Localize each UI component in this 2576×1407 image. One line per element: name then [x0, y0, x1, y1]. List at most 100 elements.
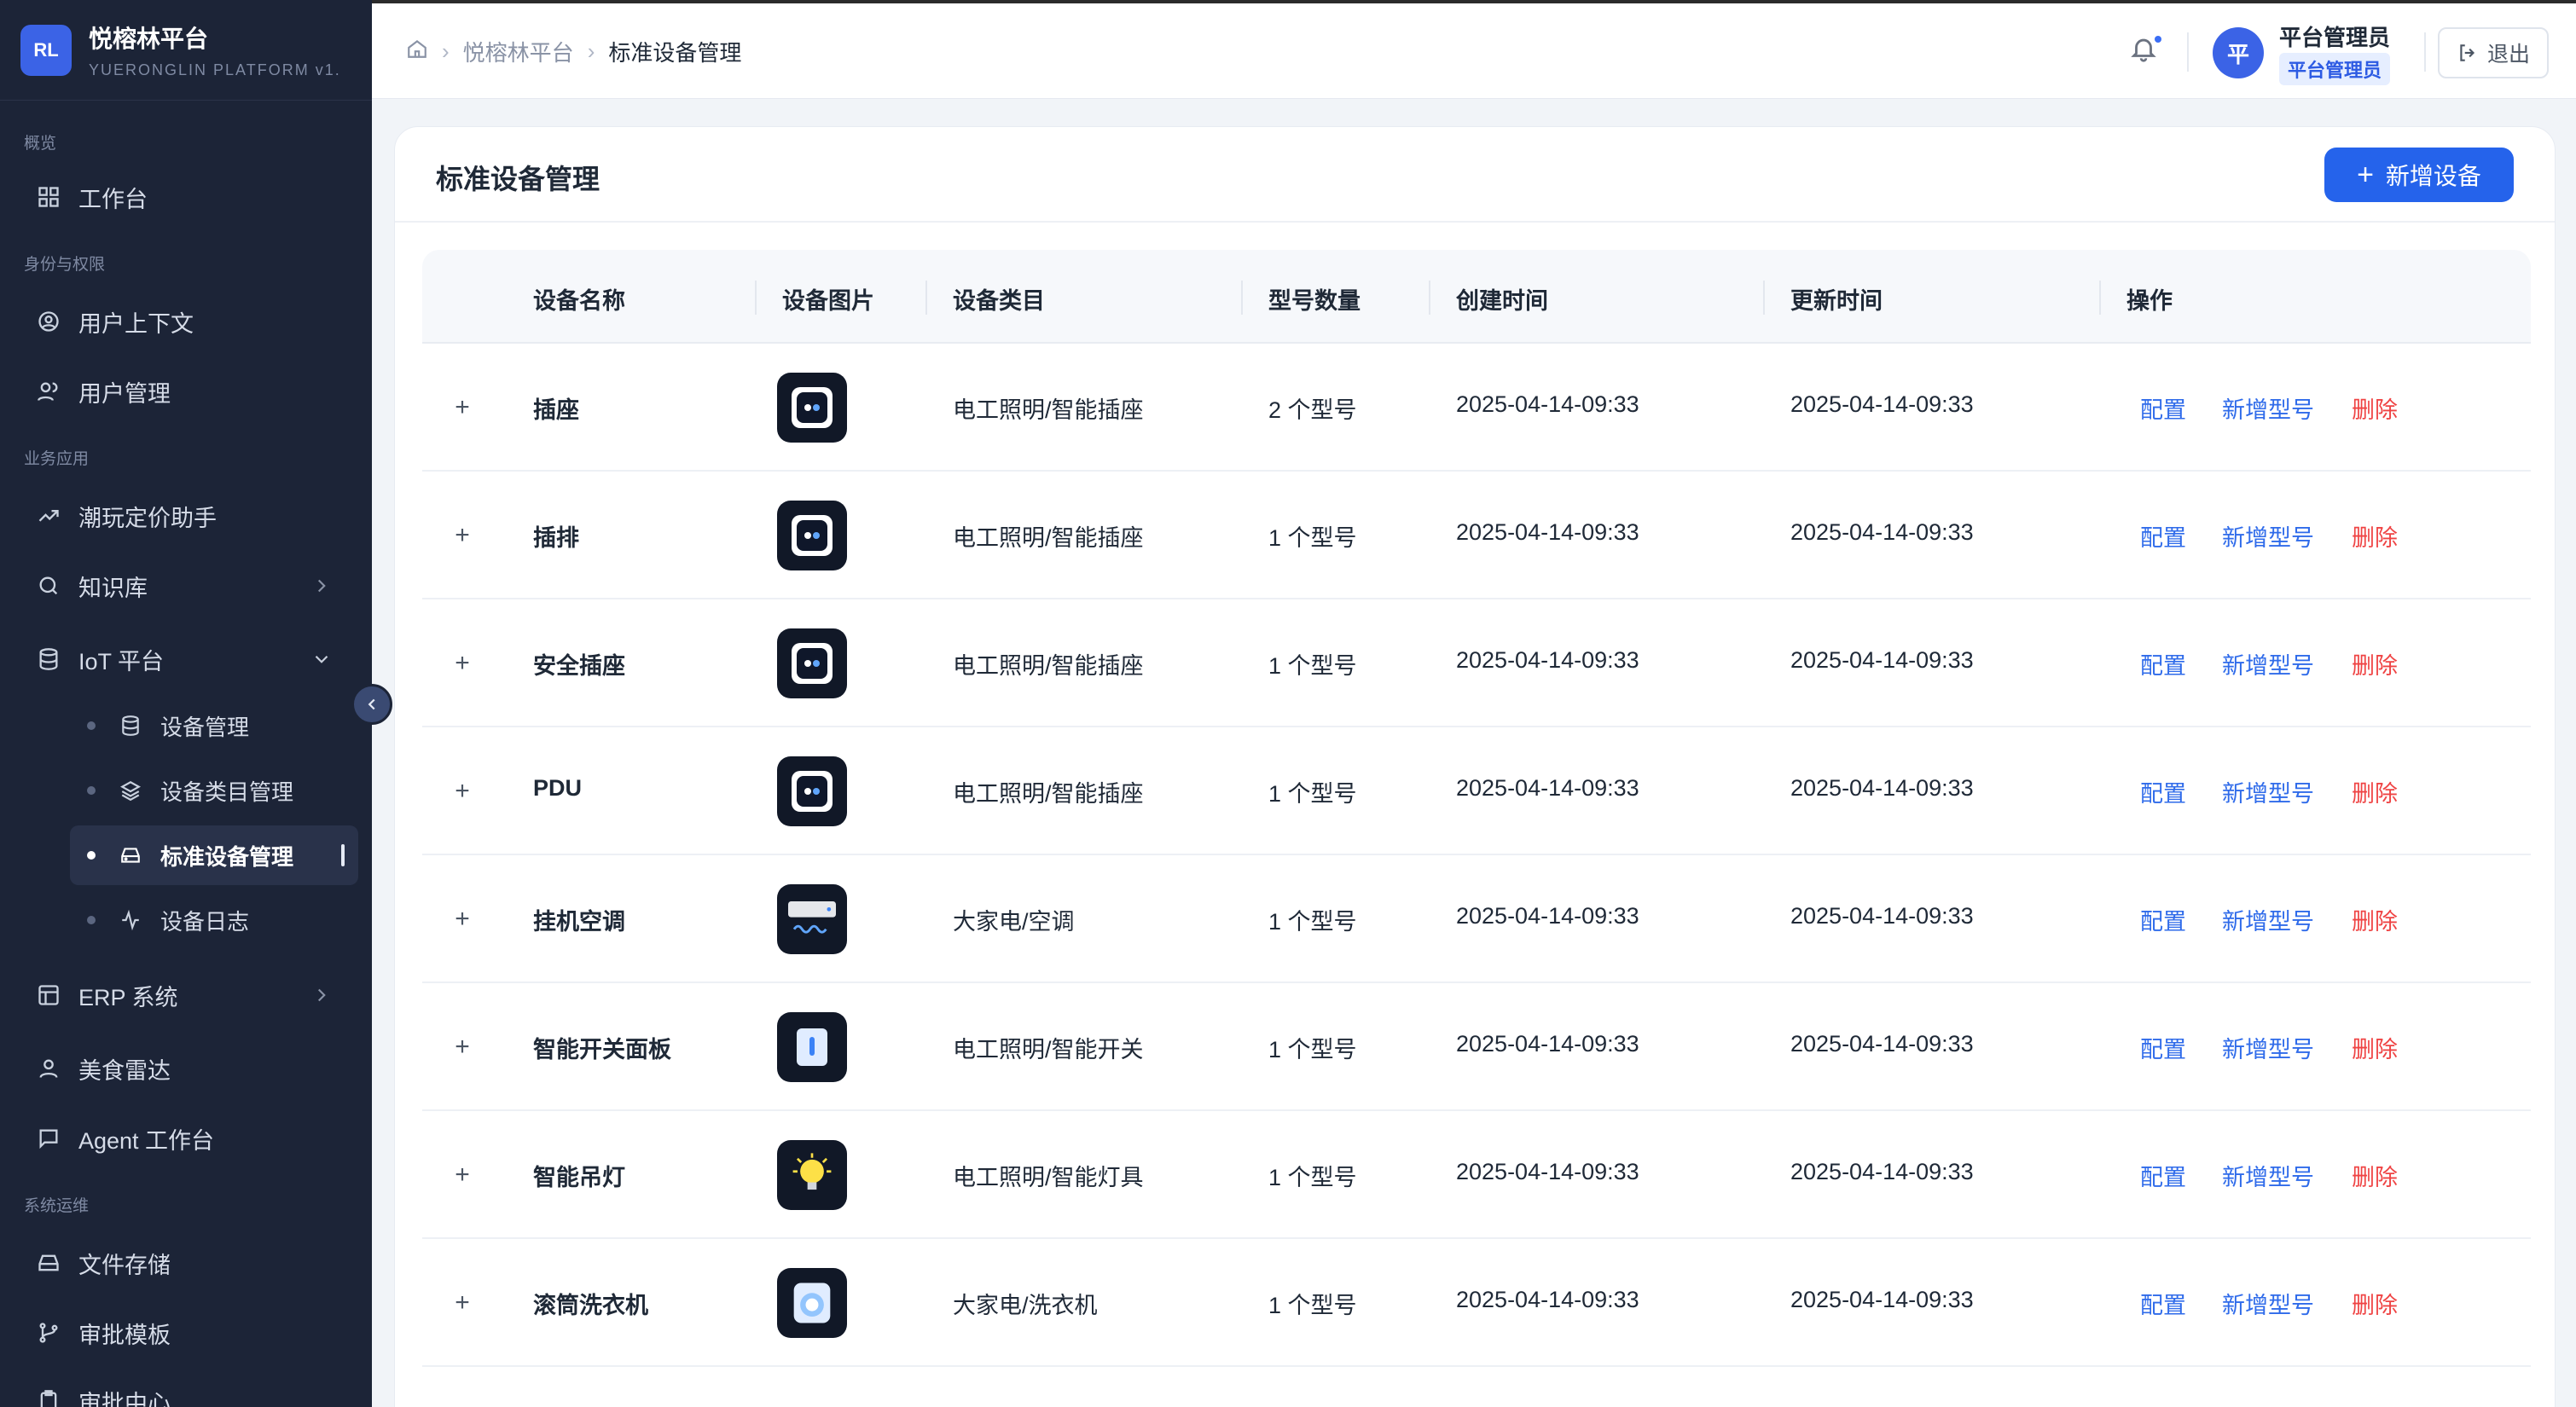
- sidebar-item-label: 审批模板: [78, 1322, 171, 1348]
- sidebar-item-agent[interactable]: Agent 工作台: [20, 1110, 358, 1167]
- avatar[interactable]: 平: [2213, 27, 2264, 78]
- table-row: + 插座 电工照明/智能插座 2 个型号 2025-04-14-09:33 20…: [422, 344, 2531, 472]
- device-category: 电工照明/智能插座: [953, 397, 1144, 423]
- column-header-name[interactable]: 设备名称: [533, 282, 625, 316]
- device-name: 智能吊灯: [533, 1165, 625, 1190]
- config-link[interactable]: 配置: [2140, 903, 2186, 936]
- add-model-link[interactable]: 新增型号: [2222, 903, 2314, 936]
- column-header-category[interactable]: 设备类目: [953, 282, 1045, 316]
- clipboard-icon: [34, 1387, 63, 1407]
- socket-icon: [777, 628, 847, 698]
- storage-icon: [34, 1248, 63, 1277]
- collapse-sidebar-button[interactable]: [351, 684, 392, 725]
- add-model-link[interactable]: 新增型号: [2222, 1287, 2314, 1320]
- add-model-link[interactable]: 新增型号: [2222, 519, 2314, 553]
- sidebar-item-food-radar[interactable]: 美食雷达: [20, 1040, 358, 1097]
- device-name: 挂机空调: [533, 909, 625, 935]
- bullet-dot: [87, 786, 96, 795]
- sidebar-subitem-device-management[interactable]: 设备管理: [70, 696, 358, 756]
- config-link[interactable]: 配置: [2140, 391, 2186, 425]
- expand-row-button[interactable]: +: [448, 1161, 477, 1190]
- page-title: 标准设备管理: [436, 164, 600, 194]
- table-header: 设备名称 设备图片 设备类目 型号数量 创建时间 更新时间 操作: [422, 250, 2531, 344]
- expand-row-button[interactable]: +: [448, 905, 477, 934]
- expand-row-button[interactable]: +: [448, 649, 477, 678]
- sidebar-subitem-device-category[interactable]: 设备类目管理: [70, 761, 358, 820]
- layers-icon: [116, 776, 145, 805]
- delete-link[interactable]: 删除: [2352, 391, 2398, 425]
- logout-button[interactable]: 退出: [2438, 27, 2549, 78]
- breadcrumb-link-platform[interactable]: 悦榕林平台: [463, 36, 574, 67]
- config-link[interactable]: 配置: [2140, 775, 2186, 808]
- expand-row-button[interactable]: +: [448, 521, 477, 550]
- device-name: 滚筒洗衣机: [533, 1293, 648, 1318]
- chevron-down-icon: [315, 655, 328, 663]
- bell-icon: [2131, 38, 2156, 62]
- sidebar-item-label: 文件存储: [78, 1252, 171, 1278]
- model-count: 1 个型号: [1268, 1293, 1357, 1318]
- sidebar-item-user-context[interactable]: 用户上下文: [20, 293, 358, 350]
- sidebar-item-approval-center[interactable]: 审批中心: [20, 1373, 358, 1407]
- bullet-dot: [87, 851, 96, 860]
- model-count: 1 个型号: [1268, 525, 1357, 551]
- add-model-link[interactable]: 新增型号: [2222, 1159, 2314, 1192]
- config-link[interactable]: 配置: [2140, 1287, 2186, 1320]
- sidebar-item-iot[interactable]: IoT 平台: [20, 631, 358, 687]
- socket-icon: [777, 373, 847, 443]
- delete-link[interactable]: 删除: [2352, 1287, 2398, 1320]
- add-model-link[interactable]: 新增型号: [2222, 647, 2314, 680]
- delete-link[interactable]: 删除: [2352, 1159, 2398, 1192]
- sidebar-item-workbench[interactable]: 工作台: [20, 169, 358, 225]
- brand[interactable]: RL 悦榕林平台 YUERONGLIN PLATFORM v1.: [0, 0, 372, 101]
- column-header-model-count[interactable]: 型号数量: [1268, 282, 1361, 316]
- created-time: 2025-04-14-09:33: [1456, 1031, 1639, 1057]
- expand-row-button[interactable]: +: [448, 1033, 477, 1062]
- updated-time: 2025-04-14-09:33: [1790, 1031, 1974, 1057]
- sidebar-item-erp[interactable]: ERP 系统: [20, 967, 358, 1023]
- column-divider: [2099, 281, 2101, 315]
- delete-link[interactable]: 删除: [2352, 903, 2398, 936]
- config-link[interactable]: 配置: [2140, 519, 2186, 553]
- layout-icon: [34, 981, 63, 1010]
- expand-row-button[interactable]: +: [448, 1288, 477, 1317]
- expand-row-button[interactable]: +: [448, 393, 477, 422]
- sidebar-item-label: 审批中心: [78, 1390, 171, 1407]
- sidebar-item-pricing[interactable]: 潮玩定价助手: [20, 488, 358, 544]
- updated-time: 2025-04-14-09:33: [1790, 1159, 1974, 1184]
- home-icon[interactable]: [406, 38, 428, 66]
- created-time: 2025-04-14-09:33: [1456, 647, 1639, 673]
- sidebar-item-approval-template[interactable]: 审批模板: [20, 1305, 358, 1361]
- user-icon: [34, 1054, 63, 1083]
- column-header-updated[interactable]: 更新时间: [1790, 282, 1883, 316]
- config-link[interactable]: 配置: [2140, 1159, 2186, 1192]
- expand-row-button[interactable]: +: [448, 777, 477, 806]
- updated-time: 2025-04-14-09:33: [1790, 1287, 1974, 1312]
- add-model-link[interactable]: 新增型号: [2222, 391, 2314, 425]
- column-header-image[interactable]: 设备图片: [782, 282, 874, 316]
- chevron-right-icon: [317, 988, 326, 1002]
- delete-link[interactable]: 删除: [2352, 775, 2398, 808]
- sidebar-item-user-management[interactable]: 用户管理: [20, 363, 358, 420]
- section-label-business: 业务应用: [24, 450, 90, 468]
- add-device-button[interactable]: + 新增设备: [2324, 148, 2514, 202]
- delete-link[interactable]: 删除: [2352, 647, 2398, 680]
- sidebar-subitem-label: 设备管理: [160, 714, 250, 740]
- sidebar-item-file-storage[interactable]: 文件存储: [20, 1235, 358, 1291]
- add-model-link[interactable]: 新增型号: [2222, 1031, 2314, 1064]
- branch-icon: [34, 1318, 63, 1347]
- delete-link[interactable]: 删除: [2352, 1031, 2398, 1064]
- model-count: 1 个型号: [1268, 653, 1357, 679]
- model-count: 2 个型号: [1268, 397, 1357, 423]
- config-link[interactable]: 配置: [2140, 1031, 2186, 1064]
- sidebar-item-knowledge[interactable]: 知识库: [20, 558, 358, 614]
- add-model-link[interactable]: 新增型号: [2222, 775, 2314, 808]
- breadcrumb: › 悦榕林平台 › 标准设备管理: [406, 36, 741, 67]
- sidebar-item-label: ERP 系统: [78, 984, 178, 1010]
- sidebar-subitem-device-log[interactable]: 设备日志: [70, 890, 358, 950]
- created-time: 2025-04-14-09:33: [1456, 519, 1639, 545]
- notification-button[interactable]: [2129, 34, 2163, 68]
- delete-link[interactable]: 删除: [2352, 519, 2398, 553]
- config-link[interactable]: 配置: [2140, 647, 2186, 680]
- sidebar-subitem-standard-device[interactable]: 标准设备管理: [70, 825, 358, 885]
- column-header-created[interactable]: 创建时间: [1456, 282, 1548, 316]
